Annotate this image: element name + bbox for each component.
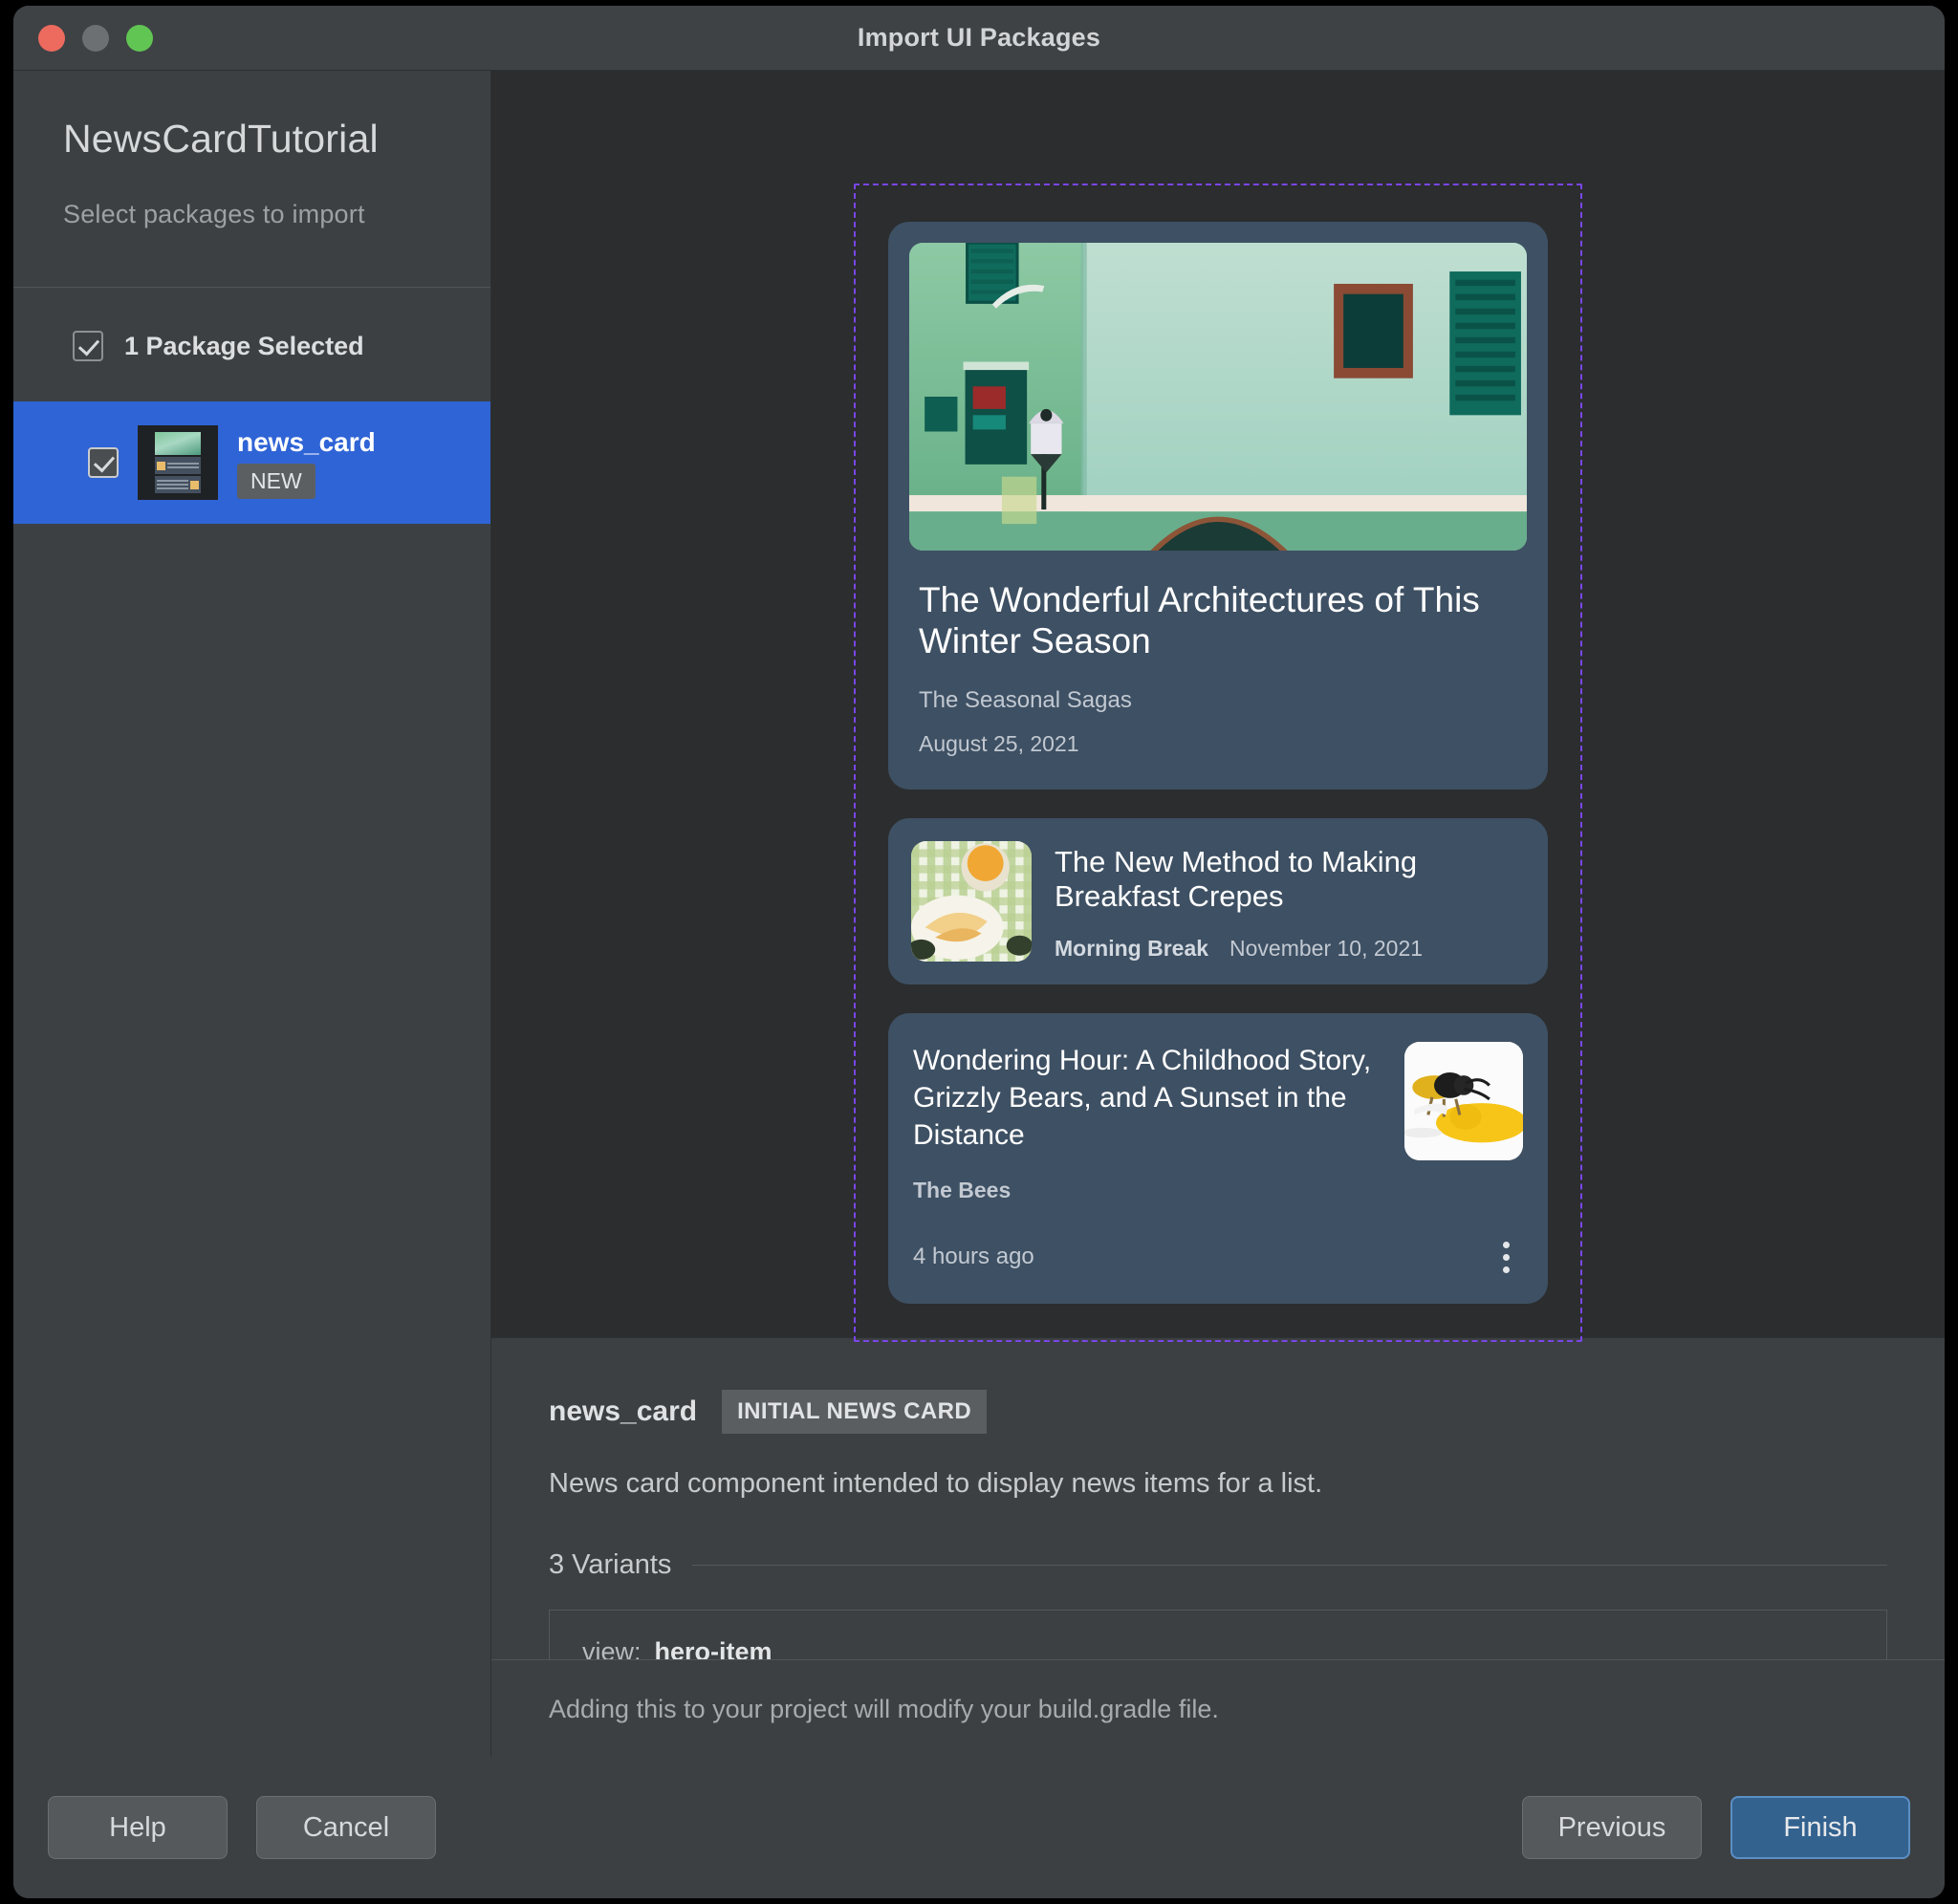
package-new-badge: NEW — [237, 463, 315, 499]
hero-card-date: August 25, 2021 — [919, 730, 1079, 756]
minimize-button[interactable] — [82, 24, 109, 52]
text-card-top: Wondering Hour: A Childhood Story, Grizz… — [913, 1041, 1523, 1160]
text-card-thumbnail — [1404, 1041, 1523, 1160]
sidebar-empty-space — [13, 524, 490, 1757]
close-button[interactable] — [38, 24, 65, 52]
window-controls — [13, 24, 153, 52]
overflow-menu-icon[interactable] — [1490, 1236, 1523, 1279]
window-body: NewsCardTutorial Select packages to impo… — [13, 71, 1945, 1757]
package-list-item-news-card[interactable]: news_card NEW — [13, 401, 490, 524]
sidebar: NewsCardTutorial Select packages to impo… — [13, 71, 491, 1757]
text-card-bottom: 4 hours ago — [913, 1203, 1523, 1279]
hero-card-source: The Seasonal Sagas — [919, 686, 1132, 713]
package-checkbox[interactable] — [88, 447, 119, 478]
hero-card-title: The Wonderful Architectures of This Wint… — [919, 580, 1480, 661]
variants-count-label: 3 Variants — [549, 1549, 672, 1580]
variants-header: 3 Variants — [549, 1549, 1887, 1581]
hero-image — [909, 243, 1527, 551]
title-bar: Import UI Packages — [13, 6, 1945, 71]
package-thumbnail — [138, 425, 218, 500]
variants-divider — [692, 1565, 1887, 1566]
preview-area: The Wonderful Architectures of This Wint… — [491, 71, 1945, 1342]
finish-button[interactable]: Finish — [1730, 1796, 1910, 1859]
text-card-title: Wondering Hour: A Childhood Story, Grizz… — [913, 1044, 1372, 1151]
project-title: NewsCardTutorial — [63, 117, 379, 161]
news-card-list-item[interactable]: The New Method to Making Breakfast Crepe… — [888, 817, 1548, 984]
gradle-modification-note: Adding this to your project will modify … — [491, 1659, 1945, 1757]
variant-key: view: — [582, 1637, 642, 1659]
details-panel: news_card INITIAL NEWS CARD News card co… — [491, 1337, 1945, 1659]
details-package-name: news_card — [549, 1396, 698, 1427]
news-card-text-item[interactable]: Wondering Hour: A Childhood Story, Grizz… — [888, 1012, 1548, 1304]
window-title: Import UI Packages — [857, 23, 1101, 52]
dialog-button-bar: Help Cancel Previous Finish — [13, 1757, 1945, 1898]
text-card-source: The Bees — [913, 1177, 1012, 1202]
variant-value: hero-item — [654, 1637, 772, 1659]
details-description: News card component intended to display … — [549, 1468, 1323, 1499]
help-button[interactable]: Help — [48, 1796, 228, 1859]
package-meta: news_card NEW — [237, 427, 376, 499]
text-card-time: 4 hours ago — [913, 1244, 1034, 1270]
details-header: news_card INITIAL NEWS CARD — [549, 1390, 1887, 1434]
selection-summary-label: 1 Package Selected — [124, 331, 364, 360]
list-card-thumbnail — [911, 840, 1032, 962]
details-version-tag: INITIAL NEWS CARD — [722, 1390, 988, 1434]
list-card-body: The New Method to Making Breakfast Crepe… — [1055, 841, 1525, 962]
previous-button[interactable]: Previous — [1522, 1796, 1702, 1859]
news-card-hero[interactable]: The Wonderful Architectures of This Wint… — [888, 222, 1548, 790]
main-panel: The Wonderful Architectures of This Wint… — [491, 71, 1945, 1757]
variant-row[interactable]: view: hero-item — [549, 1610, 1887, 1659]
project-subtitle: Select packages to import — [63, 200, 365, 228]
select-all-checkbox[interactable] — [73, 331, 103, 361]
list-card-source: Morning Break — [1055, 935, 1209, 961]
cancel-button[interactable]: Cancel — [256, 1796, 436, 1859]
preview-selection-outline: The Wonderful Architectures of This Wint… — [854, 184, 1582, 1342]
sidebar-header: NewsCardTutorial Select packages to impo… — [13, 71, 490, 229]
package-name: news_card — [237, 426, 376, 457]
list-card-title: The New Method to Making Breakfast Crepe… — [1055, 844, 1418, 914]
import-ui-packages-window: Import UI Packages NewsCardTutorial Sele… — [13, 6, 1945, 1898]
list-card-date: November 10, 2021 — [1229, 935, 1424, 961]
zoom-button[interactable] — [126, 24, 153, 52]
news-card-stack: The Wonderful Architectures of This Wint… — [888, 222, 1548, 1304]
list-card-meta: Morning Break November 10, 2021 — [1055, 936, 1525, 962]
select-all-row[interactable]: 1 Package Selected — [13, 288, 490, 401]
